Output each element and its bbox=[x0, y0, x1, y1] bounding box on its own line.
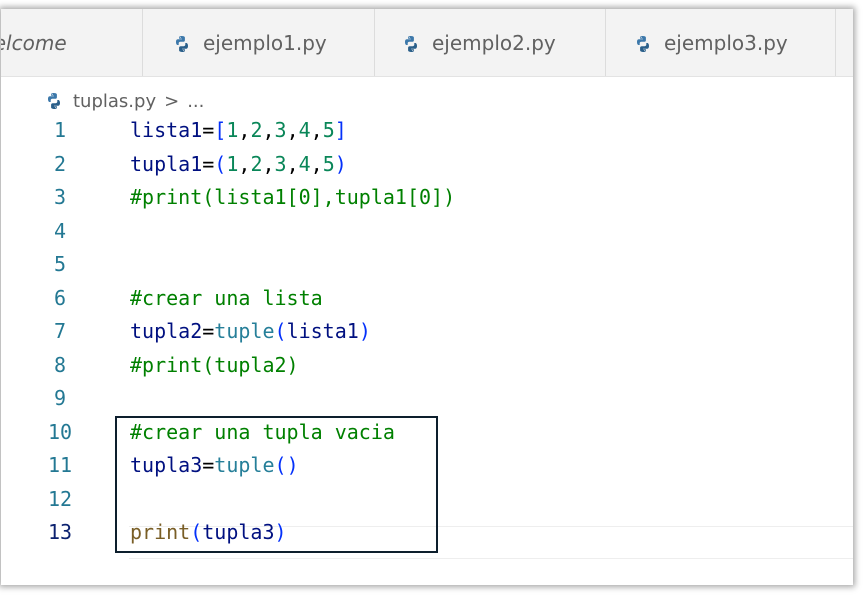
code-token: ( bbox=[274, 319, 287, 343]
code-line[interactable]: 3 #print(lista1[0],tupla1[0]) bbox=[1, 181, 853, 214]
code-text: #print(tupla2) bbox=[130, 349, 299, 382]
line-number: 8 bbox=[53, 352, 67, 377]
code-line[interactable]: 7 tupla2=tuple(lista1) bbox=[1, 315, 853, 348]
code-token: = bbox=[202, 151, 215, 176]
code-token: 1 bbox=[226, 118, 239, 142]
code-token: , bbox=[238, 151, 251, 176]
code-token: [ bbox=[214, 118, 227, 142]
line-number: 11 bbox=[47, 453, 73, 477]
code-token: , bbox=[286, 118, 299, 142]
code-token: tupla1 bbox=[130, 151, 203, 176]
line-number: 13 bbox=[47, 520, 73, 544]
code-token: 3 bbox=[274, 118, 287, 142]
breadcrumb: tuplas.py > ... bbox=[45, 87, 204, 115]
python-icon bbox=[634, 34, 652, 52]
code-token: lista1 bbox=[130, 118, 203, 142]
annotation-box bbox=[115, 416, 438, 553]
line-number: 12 bbox=[47, 486, 73, 511]
code-token: ) bbox=[334, 151, 347, 176]
code-token: ) bbox=[358, 319, 371, 343]
line-number: 3 bbox=[53, 185, 67, 209]
code-line[interactable]: 2 tupla1=(1,2,3,4,5) bbox=[1, 148, 853, 181]
code-token: ( bbox=[214, 151, 227, 176]
code-line[interactable]: 9 bbox=[1, 382, 853, 415]
code-text: #crear una lista bbox=[130, 282, 323, 315]
code-token: 5 bbox=[322, 151, 335, 176]
tab-label: ejemplo2.py bbox=[432, 30, 556, 55]
tab-ejemplo1[interactable]: ejemplo1.py bbox=[143, 9, 375, 76]
code-token: #print(tupla2) bbox=[130, 352, 299, 377]
code-token: #print(lista1[0],tupla1[0]) bbox=[130, 185, 456, 209]
code-text: tupla1=(1,2,3,4,5) bbox=[130, 148, 347, 181]
code-token: , bbox=[286, 151, 299, 176]
code-token: lista1 bbox=[286, 319, 359, 343]
breadcrumb-more[interactable]: ... bbox=[187, 91, 204, 112]
code-text: lista1=[1,2,3,4,5] bbox=[130, 114, 347, 147]
code-token: 4 bbox=[298, 118, 311, 142]
code-token: #crear una lista bbox=[130, 285, 323, 310]
code-line[interactable]: 4 bbox=[1, 215, 853, 248]
tab-label: /elcome bbox=[1, 30, 67, 55]
tab-ejemplo2[interactable]: ejemplo2.py bbox=[375, 9, 606, 76]
code-token: 2 bbox=[250, 118, 263, 142]
code-token: tupla2 bbox=[130, 319, 203, 343]
python-icon bbox=[402, 34, 420, 52]
line-number: 2 bbox=[53, 151, 67, 176]
code-token: , bbox=[238, 118, 251, 142]
code-text: #print(lista1[0],tupla1[0]) bbox=[130, 181, 455, 214]
code-token: tuple bbox=[214, 319, 275, 343]
line-number: 9 bbox=[53, 386, 67, 410]
line-number: 6 bbox=[53, 285, 67, 310]
code-token: ] bbox=[334, 118, 347, 142]
code-line[interactable]: 1 lista1=[1,2,3,4,5] bbox=[1, 114, 853, 147]
line-number: 10 bbox=[47, 419, 73, 444]
tab-label: ejemplo1.py bbox=[203, 30, 327, 55]
python-icon bbox=[45, 92, 63, 110]
breadcrumb-file[interactable]: tuplas.py bbox=[73, 91, 156, 112]
line-number: 5 bbox=[53, 252, 67, 276]
code-token: , bbox=[310, 118, 323, 142]
code-token: = bbox=[202, 118, 215, 142]
line-number: 7 bbox=[53, 319, 67, 343]
editor-window: /elcome ejemplo1.py ejemplo2.py ejemplo3… bbox=[1, 9, 853, 585]
line-number: 4 bbox=[53, 218, 67, 243]
code-token: , bbox=[262, 118, 275, 142]
code-token: 2 bbox=[250, 151, 263, 176]
code-token: 4 bbox=[298, 151, 311, 176]
code-line[interactable]: 5 bbox=[1, 248, 853, 281]
breadcrumb-separator: > bbox=[164, 90, 180, 112]
tab-label: ejemplo3.py bbox=[664, 30, 788, 55]
tab-welcome[interactable]: /elcome bbox=[1, 9, 143, 76]
code-token: 3 bbox=[274, 151, 287, 176]
code-token: , bbox=[310, 151, 323, 176]
code-token: , bbox=[262, 151, 275, 176]
code-line[interactable]: 6 #crear una lista bbox=[1, 282, 853, 315]
code-token: 5 bbox=[322, 118, 335, 142]
code-line[interactable]: 8 #print(tupla2) bbox=[1, 349, 853, 382]
tab-ejemplo3[interactable]: ejemplo3.py bbox=[606, 9, 836, 76]
python-icon bbox=[173, 34, 191, 52]
code-token: = bbox=[202, 319, 215, 343]
tab-bar: /elcome ejemplo1.py ejemplo2.py ejemplo3… bbox=[1, 9, 853, 77]
code-token: 1 bbox=[226, 151, 239, 176]
line-number: 1 bbox=[53, 118, 67, 142]
code-text: tupla2=tuple(lista1) bbox=[130, 315, 371, 348]
